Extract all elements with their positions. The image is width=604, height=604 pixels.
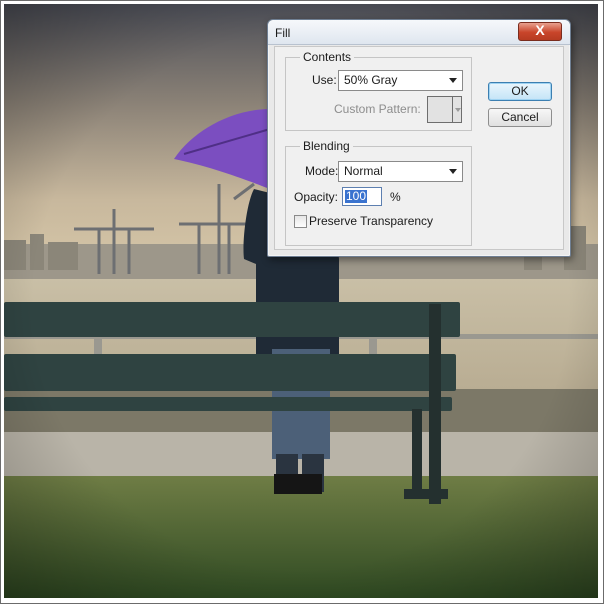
- preserve-transparency-checkbox[interactable]: [294, 215, 307, 228]
- opacity-input[interactable]: 100: [342, 187, 382, 206]
- contents-group: Contents Use: 50% Gray Custom Pattern:: [285, 50, 472, 131]
- mode-value: Normal: [344, 164, 383, 178]
- cancel-button[interactable]: Cancel: [488, 108, 552, 127]
- dialog-body: Contents Use: 50% Gray Custom Pattern: B…: [274, 46, 564, 250]
- opacity-unit: %: [390, 190, 401, 204]
- mode-select[interactable]: Normal: [338, 161, 463, 182]
- use-select[interactable]: 50% Gray: [338, 70, 463, 91]
- ok-button[interactable]: OK: [488, 82, 552, 101]
- opacity-label: Opacity:: [294, 190, 339, 204]
- fill-dialog: Fill X Contents Use: 50% Gray Custom Pat…: [267, 19, 571, 257]
- close-button[interactable]: X: [518, 22, 562, 41]
- blending-group: Blending Mode: Normal Opacity: 100 % Pre…: [285, 139, 472, 246]
- contents-legend: Contents: [300, 50, 355, 64]
- opacity-value: 100: [345, 189, 368, 203]
- mode-label: Mode:: [305, 164, 339, 178]
- chevron-down-icon: [449, 78, 457, 83]
- pattern-divider: [452, 97, 453, 122]
- custom-pattern-picker: [427, 96, 462, 123]
- use-value: 50% Gray: [344, 73, 398, 87]
- preserve-transparency-label[interactable]: Preserve Transparency: [309, 214, 433, 228]
- dialog-title: Fill: [275, 26, 291, 40]
- use-label: Use:: [312, 73, 337, 87]
- dialog-titlebar[interactable]: Fill X: [268, 20, 570, 45]
- blending-legend: Blending: [300, 139, 353, 153]
- screenshot-frame: Fill X Contents Use: 50% Gray Custom Pat…: [0, 0, 604, 604]
- close-icon: X: [535, 22, 545, 38]
- custom-pattern-label: Custom Pattern:: [334, 102, 421, 116]
- chevron-down-icon: [455, 108, 461, 112]
- chevron-down-icon: [449, 169, 457, 174]
